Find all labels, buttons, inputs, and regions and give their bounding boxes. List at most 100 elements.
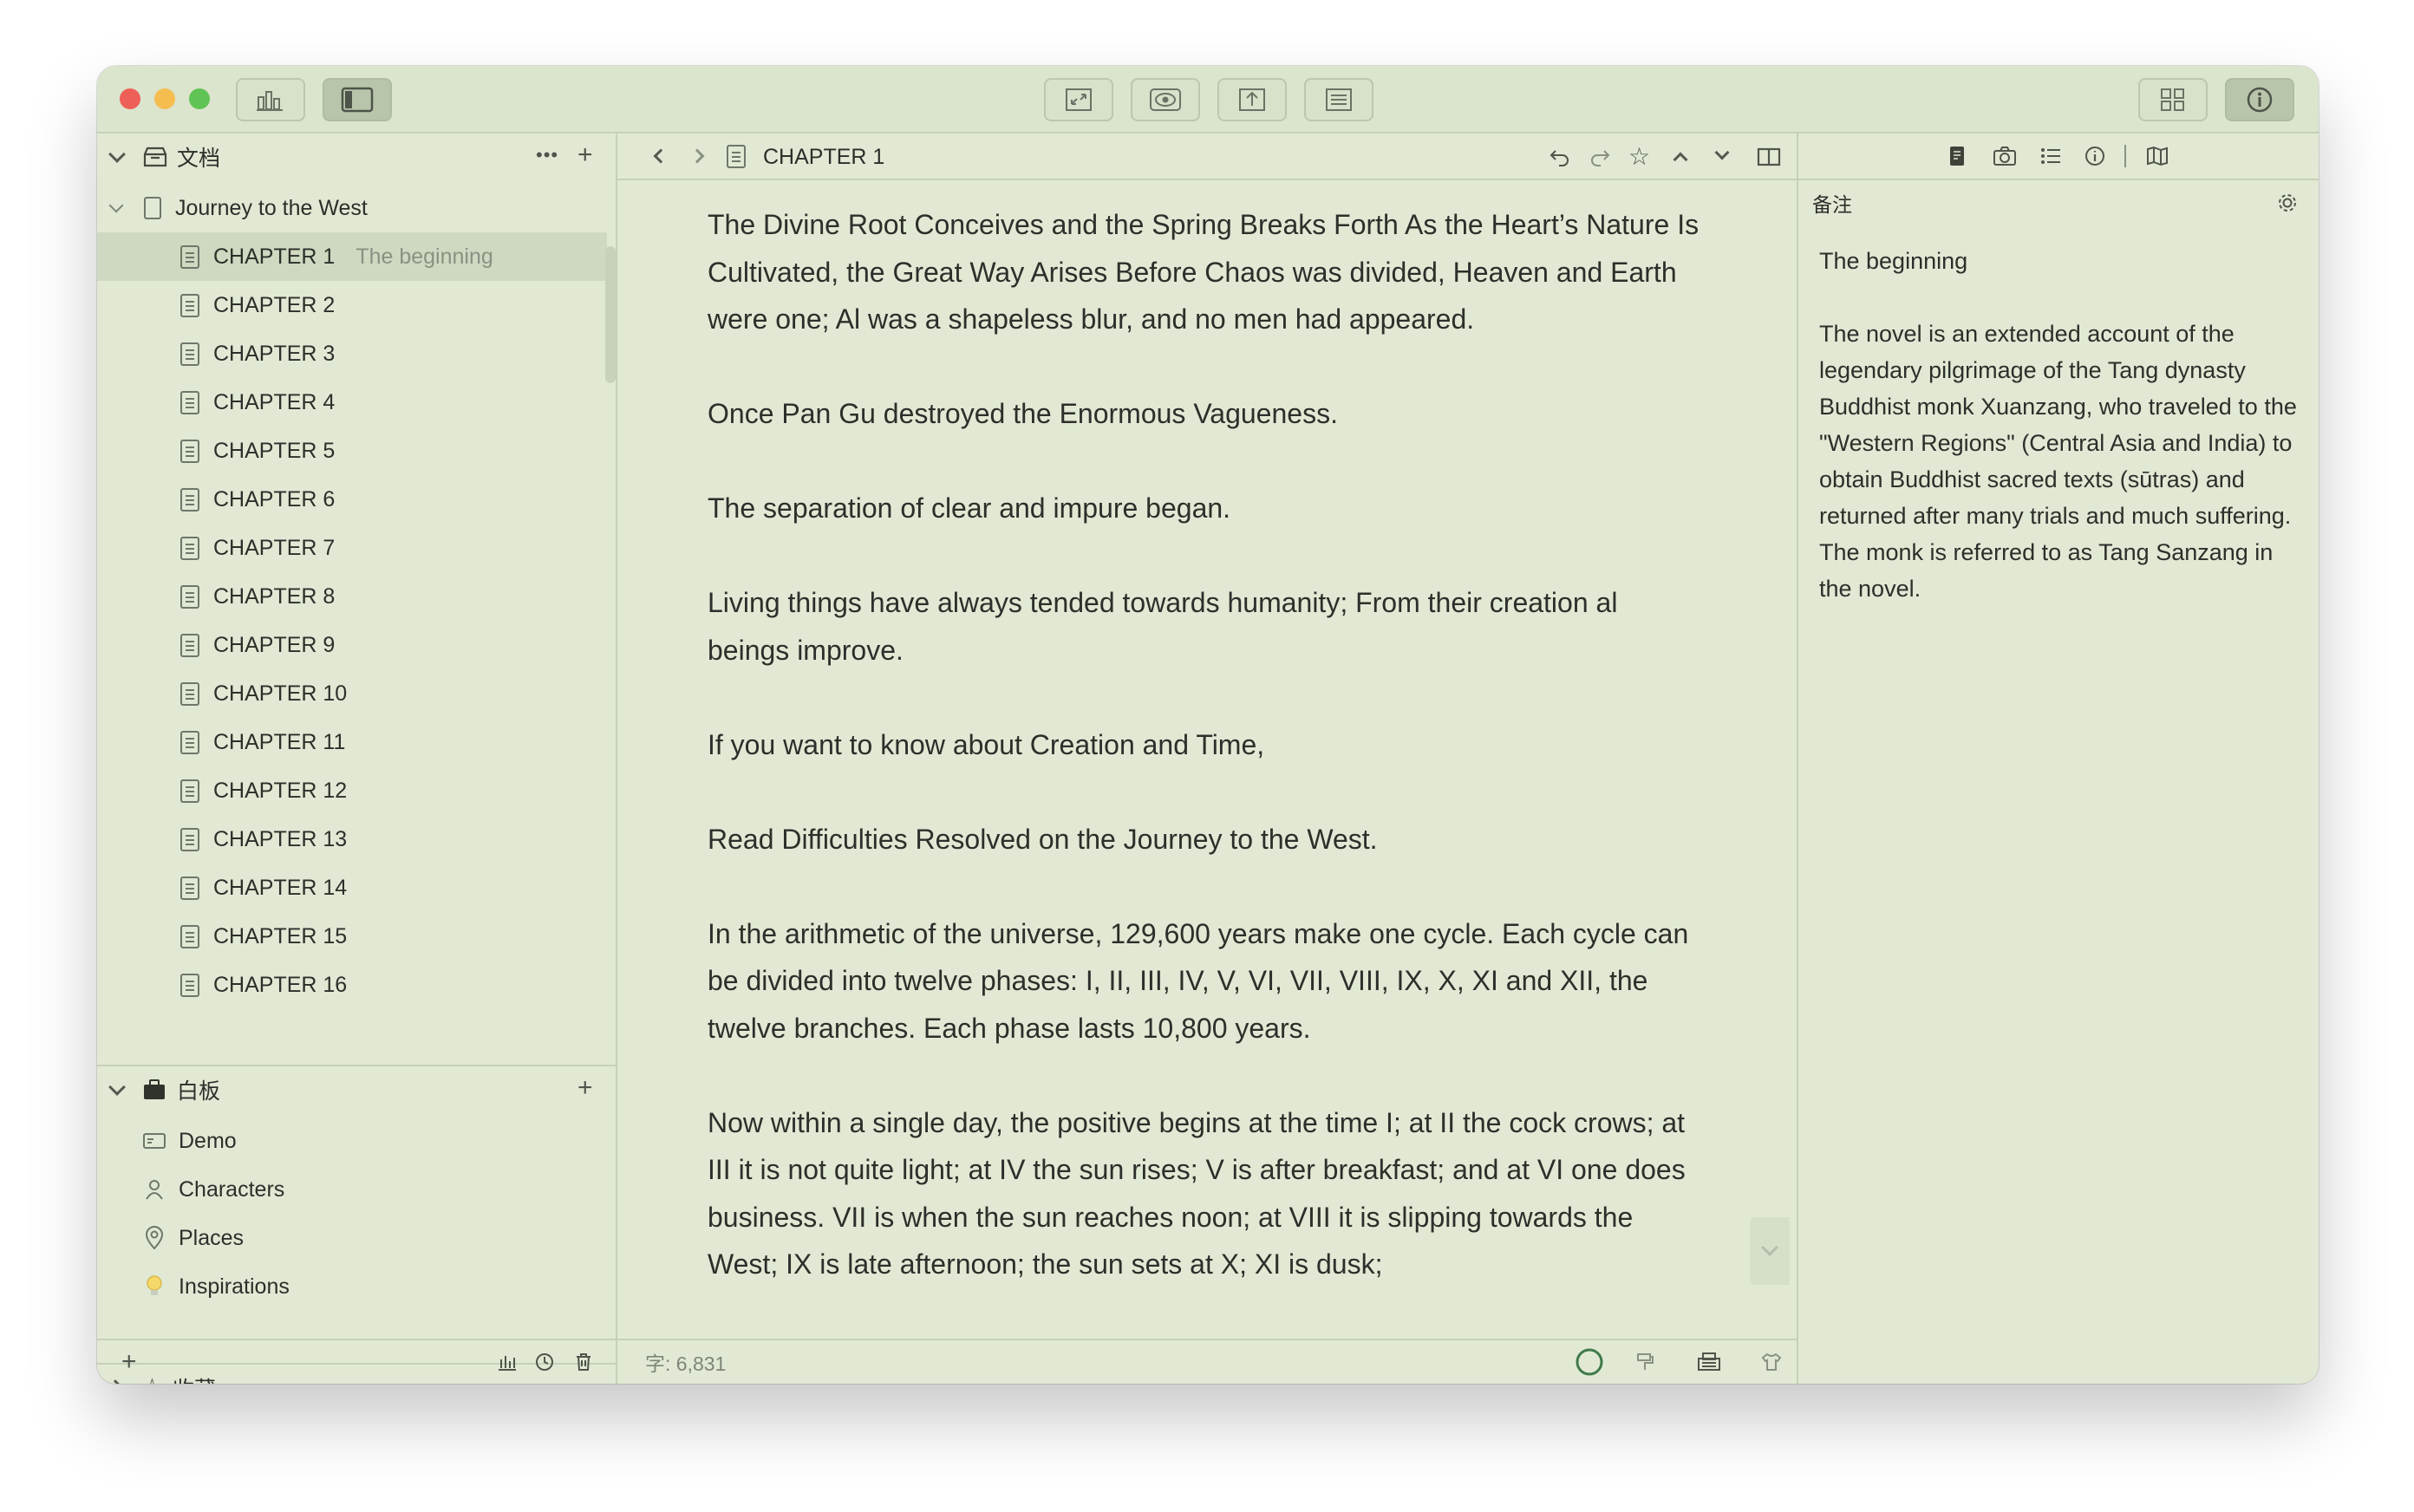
- chapter-row[interactable]: CHAPTER 8: [97, 572, 607, 621]
- info-circle-icon[interactable]: [2085, 146, 2105, 166]
- chapter-row[interactable]: CHAPTER 1 The beginning: [97, 232, 607, 281]
- document-icon: [727, 145, 746, 168]
- sidebar-toggle-button[interactable]: [323, 78, 392, 121]
- undo-icon[interactable]: [1549, 147, 1571, 166]
- minimize-window-button[interactable]: [154, 88, 175, 109]
- typewriter-icon[interactable]: [1696, 1351, 1722, 1373]
- chapter-row[interactable]: CHAPTER 16: [97, 961, 607, 1009]
- notes-editor[interactable]: The beginning The novel is an extended a…: [1819, 243, 2305, 643]
- chapter-label: CHAPTER 14: [213, 875, 348, 900]
- chapter-row[interactable]: CHAPTER 10: [97, 669, 607, 718]
- word-count: 字: 6,831: [645, 1352, 727, 1375]
- chapter-row[interactable]: CHAPTER 7: [97, 524, 607, 572]
- whiteboard-header-label: 白板: [177, 1079, 221, 1104]
- redo-icon[interactable]: [1589, 147, 1611, 166]
- list-icon[interactable]: [2039, 147, 2062, 166]
- editor-paragraph: Living things have always tended towards…: [708, 587, 1618, 666]
- back-arrow-icon[interactable]: [653, 148, 669, 164]
- format-paint-icon[interactable]: [1635, 1352, 1654, 1372]
- chapter-row[interactable]: CHAPTER 6: [97, 475, 607, 524]
- chapter-row[interactable]: CHAPTER 5: [97, 427, 607, 475]
- person-icon: [142, 1178, 166, 1201]
- zoom-window-button[interactable]: [189, 88, 210, 109]
- chapter-row[interactable]: CHAPTER 2: [97, 281, 607, 329]
- chapter-row[interactable]: CHAPTER 3: [97, 329, 607, 378]
- editor-paragraph: The separation of clear and impure began…: [708, 492, 1231, 524]
- chapter-row[interactable]: CHAPTER 12: [97, 766, 607, 815]
- export-button[interactable]: [1217, 78, 1287, 121]
- whiteboard-item[interactable]: Inspirations: [97, 1262, 607, 1311]
- star-bookmark-icon[interactable]: ☆: [1628, 142, 1650, 171]
- editor-paragraph: In the arithmetic of the universe, 129,6…: [708, 917, 1689, 1044]
- trash-icon[interactable]: [574, 1352, 593, 1372]
- info-icon: [2247, 87, 2273, 113]
- documents-section-header[interactable]: 文档 ••• +: [97, 134, 616, 180]
- close-window-button[interactable]: [120, 88, 140, 109]
- document-text-icon: [180, 779, 199, 803]
- add-icon[interactable]: +: [121, 1347, 137, 1377]
- document-text-icon: [180, 342, 199, 366]
- document-text-icon: [180, 633, 199, 657]
- scroll-down-button[interactable]: [1750, 1217, 1790, 1285]
- statistics-icon[interactable]: [496, 1352, 519, 1372]
- chapter-row[interactable]: CHAPTER 15: [97, 912, 607, 961]
- chevron-up-icon[interactable]: [1673, 152, 1688, 167]
- chevron-down-icon[interactable]: [1714, 145, 1730, 160]
- notes-tab-icon[interactable]: [1948, 145, 1967, 167]
- history-clock-icon[interactable]: [534, 1352, 555, 1372]
- whiteboard-item-label: Demo: [179, 1128, 237, 1153]
- sidebar-scrollbar[interactable]: [605, 246, 616, 383]
- notes-subheader: 备注: [1798, 180, 2319, 225]
- inspector-tabs: [1798, 134, 2319, 180]
- whiteboard-item[interactable]: Characters: [97, 1165, 607, 1214]
- document-text-icon: [180, 584, 199, 609]
- document-text-icon: [180, 876, 199, 900]
- editor-text-area[interactable]: The Divine Root Conceives and the Spring…: [708, 201, 1705, 1295]
- grid-view-button[interactable]: [2138, 78, 2208, 121]
- chevron-down-icon[interactable]: [108, 146, 126, 163]
- chapter-label: CHAPTER 4: [213, 389, 336, 414]
- editor-doc-title: CHAPTER 1: [763, 145, 885, 169]
- editor-paragraph: Now within a single day, the positive be…: [708, 1106, 1686, 1281]
- whiteboard-item[interactable]: Demo: [97, 1117, 607, 1165]
- info-button[interactable]: [2225, 78, 2294, 121]
- fullscreen-icon: [1066, 88, 1092, 111]
- add-document-icon[interactable]: +: [577, 140, 593, 170]
- stats-button[interactable]: [236, 78, 305, 121]
- progress-ring-icon[interactable]: [1575, 1347, 1604, 1377]
- map-icon[interactable]: [2145, 146, 2169, 166]
- fullscreen-button[interactable]: [1044, 78, 1113, 121]
- preview-eye-icon: [1150, 88, 1181, 111]
- document-text-icon: [180, 390, 199, 414]
- chevron-down-icon[interactable]: [108, 1079, 126, 1096]
- chapter-label: CHAPTER 7: [213, 535, 336, 560]
- split-view-icon[interactable]: [1757, 147, 1781, 167]
- sidebar-toggle-icon: [341, 87, 374, 113]
- chapter-row[interactable]: CHAPTER 13: [97, 815, 607, 864]
- more-options-icon[interactable]: •••: [536, 144, 558, 166]
- editor-paragraph: The Divine Root Conceives and the Spring…: [708, 209, 1700, 335]
- editor-paragraph: Once Pan Gu destroyed the Enormous Vague…: [708, 398, 1338, 429]
- project-title: Journey to the West: [175, 195, 368, 220]
- chapter-row[interactable]: CHAPTER 14: [97, 864, 607, 912]
- whiteboard-item-label: Characters: [179, 1176, 285, 1202]
- whiteboard-item[interactable]: Places: [97, 1214, 607, 1262]
- chevron-down-icon[interactable]: [108, 198, 124, 213]
- chapter-label: CHAPTER 9: [213, 632, 336, 657]
- whiteboard-item-label: Places: [179, 1225, 245, 1250]
- chapter-row[interactable]: CHAPTER 9: [97, 621, 607, 669]
- shirt-theme-icon[interactable]: [1760, 1352, 1783, 1372]
- preview-button[interactable]: [1131, 78, 1200, 121]
- project-row[interactable]: Journey to the West: [97, 184, 607, 232]
- forward-arrow-icon[interactable]: [689, 148, 705, 164]
- grid-view-icon: [2161, 88, 2184, 111]
- lightbulb-icon: [142, 1274, 166, 1299]
- chapter-row[interactable]: CHAPTER 11: [97, 718, 607, 766]
- whiteboard-section-header[interactable]: 白板 +: [97, 1066, 616, 1113]
- notes-label: 备注: [1812, 193, 1852, 216]
- camera-snapshot-icon[interactable]: [1993, 146, 2017, 166]
- outline-button[interactable]: [1304, 78, 1373, 121]
- add-whiteboard-icon[interactable]: +: [577, 1073, 593, 1103]
- chapter-row[interactable]: CHAPTER 4: [97, 378, 607, 427]
- gear-icon[interactable]: [2275, 191, 2300, 215]
